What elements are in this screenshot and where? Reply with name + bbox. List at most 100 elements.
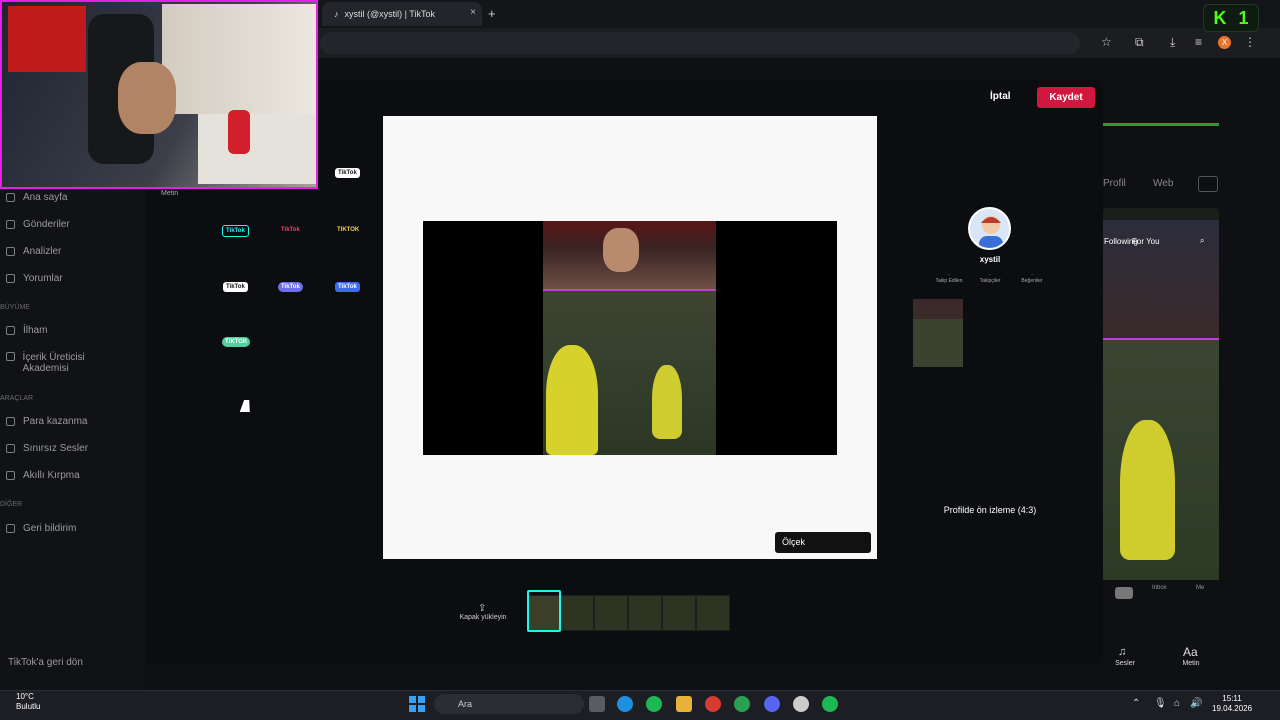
- tab-web[interactable]: Web: [1153, 178, 1173, 189]
- progress-line: [1103, 123, 1219, 126]
- sounds-button[interactable]: Sesler: [1112, 660, 1138, 667]
- chrome-profile-icon[interactable]: [734, 696, 750, 712]
- preview-thumbnail-bottom: [913, 319, 963, 367]
- text-icon: Aa: [1183, 645, 1198, 659]
- sticker-5[interactable]: TikTok: [223, 282, 248, 292]
- academy-icon: [6, 352, 15, 361]
- sidebar-item-feedback[interactable]: Geri bildirim: [6, 523, 76, 534]
- frame-thumb[interactable]: [560, 595, 594, 631]
- section-tools: ARAÇLAR: [0, 395, 34, 402]
- frame-thumb[interactable]: [628, 595, 662, 631]
- home-icon: [6, 193, 15, 202]
- webcam-person: [118, 62, 176, 134]
- address-bar[interactable]: [320, 32, 1080, 54]
- scale-control[interactable]: Ölçek: [775, 532, 871, 553]
- new-tab-button[interactable]: +: [488, 6, 496, 21]
- video-yellow-figure-2: [652, 365, 682, 439]
- file-explorer-icon[interactable]: [676, 696, 692, 712]
- clock[interactable]: 15:11 19.04.2026: [1212, 694, 1252, 714]
- sticker-3[interactable]: TikTok: [278, 225, 303, 235]
- extensions-icon[interactable]: ⧉: [1135, 35, 1144, 50]
- analytics-icon: [6, 247, 15, 256]
- profile-avatar[interactable]: X: [1218, 36, 1231, 49]
- task-view-icon[interactable]: [589, 696, 605, 712]
- sidebar-item-inspiration[interactable]: İlham: [6, 325, 47, 336]
- sticker-1[interactable]: TikTok: [335, 168, 360, 178]
- kick-logo-icon: K: [1213, 7, 1227, 28]
- windows-start-icon[interactable]: [409, 696, 425, 712]
- network-icon[interactable]: ⌂: [1174, 698, 1180, 709]
- sidebar-item-posts[interactable]: Gönderiler: [6, 219, 70, 230]
- sticker-2[interactable]: TikTok: [222, 225, 249, 237]
- frame-thumb[interactable]: [662, 595, 696, 631]
- create-icon: [1115, 587, 1133, 599]
- sidebar-item-sounds[interactable]: Sınırsız Sesler: [6, 443, 88, 454]
- edge-icon[interactable]: [617, 696, 633, 712]
- tab-close-icon[interactable]: ×: [470, 7, 476, 18]
- discord-icon[interactable]: [764, 696, 780, 712]
- download-icon[interactable]: ⤓: [1170, 35, 1175, 50]
- sidebar-item-monetization[interactable]: Para kazanma: [6, 416, 87, 427]
- sticker-6[interactable]: TikTok: [278, 282, 303, 292]
- taskbar: [0, 690, 1280, 720]
- phone-me: Me: [1196, 585, 1205, 591]
- webcam-microphone: [228, 110, 250, 154]
- search-icon: ⌕: [1200, 236, 1205, 245]
- sidebar-item-home[interactable]: Ana sayfa: [6, 192, 67, 203]
- taskbar-search[interactable]: Ara: [434, 694, 584, 714]
- comments-icon: [6, 274, 15, 283]
- crop-icon: [6, 471, 15, 480]
- spotify-icon[interactable]: [646, 696, 662, 712]
- tiktok-favicon-icon: ♪: [334, 9, 339, 19]
- music-icon: [6, 444, 15, 453]
- browser-tab[interactable]: ♪ xystil (@xystil) | TikTok ×: [322, 2, 482, 26]
- preview-username: xystil: [979, 255, 1001, 264]
- tab-profile[interactable]: Profil: [1103, 178, 1126, 189]
- text-button[interactable]: Metin: [1178, 660, 1204, 667]
- obs-icon[interactable]: [793, 696, 809, 712]
- spotify-icon-2[interactable]: [822, 696, 838, 712]
- sticker-4[interactable]: TIKTOK: [334, 225, 362, 235]
- sticker-section-label: Metin: [161, 190, 179, 197]
- feedback-icon: [6, 524, 15, 533]
- video-face: [603, 228, 639, 272]
- menu-kebab-icon[interactable]: ⋮: [1244, 35, 1256, 49]
- bookmark-star-icon[interactable]: ☆: [1101, 35, 1112, 49]
- sidebar-item-academy[interactable]: İçerik Üreticisi Akademisi: [6, 352, 126, 374]
- upload-cover-button[interactable]: Kapak yükleyin: [455, 614, 511, 621]
- frame-thumb[interactable]: [594, 595, 628, 631]
- exit-icon[interactable]: [1198, 176, 1218, 192]
- preview-thumbnail-top: [913, 299, 963, 319]
- video-yellow-figure: [546, 345, 598, 455]
- cancel-button[interactable]: İptal: [990, 91, 1011, 102]
- back-to-tiktok-link[interactable]: TikTok'a geri dön: [8, 657, 83, 668]
- media-icon[interactable]: ≡: [1195, 35, 1202, 49]
- kick-count: 1: [1238, 7, 1249, 28]
- frame-thumb[interactable]: [696, 595, 730, 631]
- save-button[interactable]: Kaydet: [1037, 87, 1095, 108]
- section-other: DİĞER: [0, 501, 23, 508]
- bulb-icon: [6, 326, 15, 335]
- phone-yellow-figure: [1120, 420, 1175, 560]
- microphone-icon[interactable]: 🎙: [1154, 698, 1167, 709]
- music-note-icon: ♫: [1118, 646, 1127, 658]
- tab-title: xystil (@xystil) | TikTok: [344, 9, 435, 19]
- stat-followers: - Takipçiler: [979, 272, 1001, 284]
- posts-icon: [6, 220, 15, 229]
- volume-icon[interactable]: 🔊: [1190, 698, 1202, 709]
- sidebar-item-smart-crop[interactable]: Akıllı Kırpma: [6, 470, 80, 481]
- phone-inbox: Inbox: [1152, 585, 1167, 591]
- section-growth: BÜYÜME: [0, 304, 30, 311]
- tray-chevron-icon[interactable]: ⌃: [1132, 698, 1140, 709]
- stat-likes: - Beğeniler: [1021, 272, 1043, 284]
- kick-overlay: K 1: [1203, 4, 1259, 32]
- sidebar-item-comments[interactable]: Yorumlar: [6, 273, 63, 284]
- sidebar-item-analytics[interactable]: Analizler: [6, 246, 61, 257]
- sticker-8[interactable]: TIKTOK: [222, 337, 251, 347]
- money-icon: [6, 417, 15, 426]
- frame-selector[interactable]: [527, 590, 561, 632]
- webcam-bed: [198, 114, 316, 184]
- sticker-7[interactable]: TikTok: [335, 282, 360, 292]
- chrome-icon[interactable]: [705, 696, 721, 712]
- weather-widget[interactable]: 10°C Bulutlu: [6, 692, 40, 712]
